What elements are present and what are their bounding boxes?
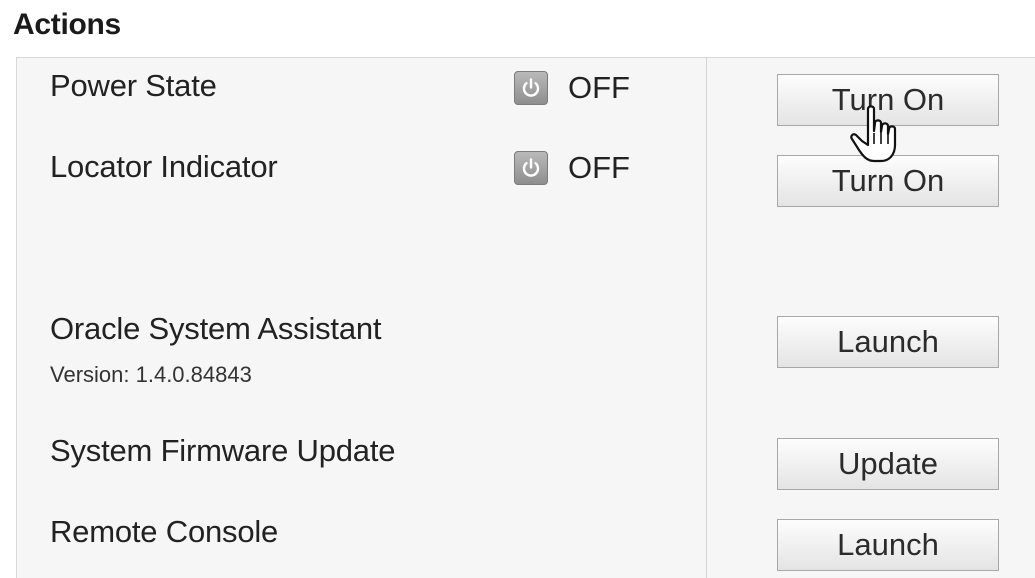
remote-console-label: Remote Console bbox=[50, 514, 279, 549]
firmware-update-button[interactable]: Update bbox=[777, 438, 999, 490]
power-turn-on-button[interactable]: Turn On bbox=[777, 74, 999, 126]
power-icon bbox=[514, 151, 548, 185]
system-firmware-update-label: System Firmware Update bbox=[50, 433, 396, 468]
power-state-value: OFF bbox=[568, 70, 630, 105]
locator-indicator-value: OFF bbox=[568, 150, 630, 185]
section-title: Actions bbox=[13, 8, 121, 41]
locator-indicator-label: Locator Indicator bbox=[50, 149, 278, 184]
actions-page: Actions Power State OFF Turn On Locator … bbox=[0, 0, 1035, 578]
remote-console-launch-button[interactable]: Launch bbox=[777, 519, 999, 571]
power-state-label: Power State bbox=[50, 68, 217, 103]
power-state-status: OFF bbox=[514, 70, 630, 106]
locator-indicator-status: OFF bbox=[514, 150, 630, 186]
power-icon bbox=[514, 71, 548, 105]
oracle-system-assistant-label: Oracle System Assistant bbox=[50, 311, 382, 346]
column-divider bbox=[706, 57, 707, 578]
oracle-system-assistant-version: Version: 1.4.0.84843 bbox=[50, 362, 252, 387]
locator-turn-on-button[interactable]: Turn On bbox=[777, 155, 999, 207]
oracle-system-assistant-launch-button[interactable]: Launch bbox=[777, 316, 999, 368]
